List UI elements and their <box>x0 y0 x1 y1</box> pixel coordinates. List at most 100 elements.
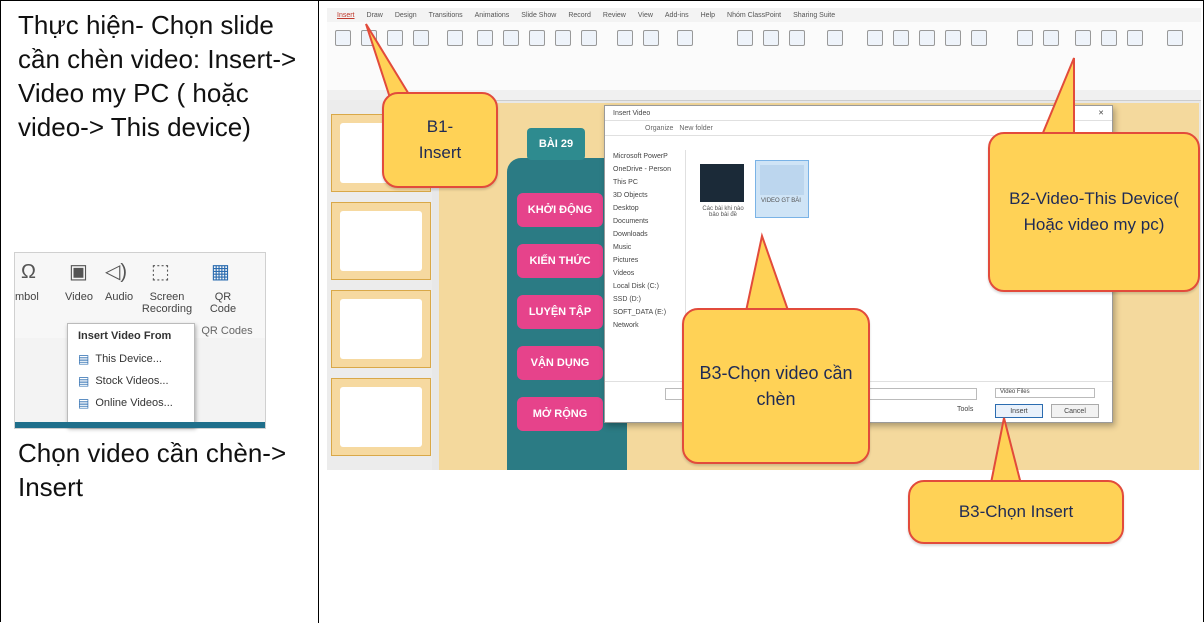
ribbon-icon[interactable] <box>1127 30 1143 46</box>
file-type-select[interactable]: Video Files <box>995 388 1095 398</box>
ribbon-icon[interactable] <box>581 30 597 46</box>
mini-slide-bar <box>15 422 265 428</box>
tab-animations[interactable]: Animations <box>475 12 510 19</box>
symbol-icon: Ω <box>21 261 36 283</box>
callout-b3b: B3-Chọn Insert <box>908 480 1124 544</box>
close-icon[interactable]: ✕ <box>1098 109 1104 117</box>
sidebar-item[interactable]: OneDrive - Person <box>605 163 685 176</box>
new-folder-button[interactable]: New folder <box>679 125 712 132</box>
video-label[interactable]: Video <box>65 291 93 303</box>
ribbon-icon[interactable] <box>737 30 753 46</box>
sidebar-item[interactable]: Pictures <box>605 254 685 267</box>
sidebar-item[interactable]: Documents <box>605 215 685 228</box>
ribbon-icon[interactable] <box>1167 30 1183 46</box>
audio-label[interactable]: Audio <box>105 291 133 303</box>
tab-review[interactable]: Review <box>603 12 626 19</box>
video-file-name: Các bài khi nào bảo bài đề <box>702 206 744 218</box>
organize-button[interactable]: Organize <box>645 125 673 132</box>
sidebar-item[interactable]: Videos <box>605 267 685 280</box>
slide-thumbnail[interactable] <box>331 378 431 456</box>
tab-classpoint[interactable]: Nhóm ClassPoint <box>727 12 781 19</box>
ribbon-icon[interactable] <box>893 30 909 46</box>
tools-button[interactable]: Tools <box>957 406 973 413</box>
slide-pill: KHỞI ĐỘNG <box>517 193 603 227</box>
slide-lesson-label: BÀI 29 <box>527 128 585 160</box>
insert-button[interactable]: Insert <box>995 404 1043 418</box>
qr-code-label[interactable]: QR Code <box>201 291 245 315</box>
sidebar-item[interactable]: Microsoft PowerP <box>605 150 685 163</box>
ribbon-icon[interactable] <box>477 30 493 46</box>
ribbon-icon[interactable] <box>447 30 463 46</box>
ribbon-icon[interactable] <box>1075 30 1091 46</box>
slide-thumbnail[interactable] <box>331 290 431 368</box>
qr-codes-group: QR Codes <box>201 325 253 337</box>
column-divider <box>318 0 319 623</box>
slide-pill: MỞ RỘNG <box>517 397 603 431</box>
slide-pill: LUYỆN TẬP <box>517 295 603 329</box>
video-file-thumbnail[interactable] <box>700 164 744 202</box>
menu-item-stock-videos[interactable]: ▤ Stock Videos... <box>68 370 194 392</box>
tab-view[interactable]: View <box>638 12 653 19</box>
tab-slide-show[interactable]: Slide Show <box>521 12 556 19</box>
menu-item-online-videos[interactable]: ▤ Online Videos... <box>68 392 194 414</box>
ribbon-icon[interactable] <box>971 30 987 46</box>
sidebar-item[interactable]: SOFT_DATA (E:) <box>605 306 685 319</box>
ribbon-icon[interactable] <box>945 30 961 46</box>
ribbon-icon[interactable] <box>867 30 883 46</box>
video-icon[interactable]: ▣ <box>69 259 88 284</box>
video-file-name: VIDEO GT BÀI <box>761 198 801 204</box>
callout-b2: B2-Video-This Device( Hoặc video my pc) <box>988 132 1200 292</box>
stock-icon: ▤ <box>78 374 90 388</box>
ribbon-icon[interactable] <box>827 30 843 46</box>
slide-thumbnail[interactable] <box>331 202 431 280</box>
ribbon-icon[interactable] <box>1043 30 1059 46</box>
sidebar-item[interactable]: Music <box>605 241 685 254</box>
ribbon-icon[interactable] <box>361 30 377 46</box>
ribbon-icon[interactable] <box>335 30 351 46</box>
slide-pill: VẬN DỤNG <box>517 346 603 380</box>
screen-recording-icon[interactable]: ⬚ <box>151 259 170 284</box>
sidebar-item[interactable]: Downloads <box>605 228 685 241</box>
sidebar-item[interactable]: 3D Objects <box>605 189 685 202</box>
sidebar-item[interactable]: Local Disk (C:) <box>605 280 685 293</box>
tab-sharing-suite[interactable]: Sharing Suite <box>793 12 835 19</box>
tab-help[interactable]: Help <box>701 12 715 19</box>
tab-insert[interactable]: Insert <box>337 12 355 19</box>
sidebar-item[interactable]: Desktop <box>605 202 685 215</box>
ribbon-icon[interactable] <box>529 30 545 46</box>
ribbon-icon[interactable] <box>643 30 659 46</box>
insert-video-menu: Insert Video From ▤ This Device... ▤ Stock… <box>67 323 195 427</box>
ribbon-icon[interactable] <box>1017 30 1033 46</box>
ribbon-icon[interactable] <box>555 30 571 46</box>
cancel-button[interactable]: Cancel <box>1051 404 1099 418</box>
video-file-selected[interactable] <box>755 160 809 218</box>
ribbon-icon[interactable] <box>763 30 779 46</box>
menu-item-this-device[interactable]: ▤ This Device... <box>68 348 194 370</box>
instruction-bottom: Chọn video cần chèn-> Insert <box>18 438 287 502</box>
tab-transitions[interactable]: Transitions <box>429 12 463 19</box>
ribbon-icon[interactable] <box>413 30 429 46</box>
online-icon: ▤ <box>78 396 90 410</box>
ribbon-icon[interactable] <box>503 30 519 46</box>
ribbon-icon[interactable] <box>617 30 633 46</box>
ribbon-icon[interactable] <box>1101 30 1117 46</box>
ribbon-icon[interactable] <box>789 30 805 46</box>
tab-add-ins[interactable]: Add-ins <box>665 12 689 19</box>
ribbon <box>327 22 1201 91</box>
sidebar-item[interactable]: Network <box>605 319 685 332</box>
tab-record[interactable]: Record <box>568 12 591 19</box>
screen-recording-label[interactable]: Screen Recording <box>139 291 195 315</box>
tab-design[interactable]: Design <box>395 12 417 19</box>
dialog-title: Insert Video <box>613 109 651 117</box>
tab-draw[interactable]: Draw <box>367 12 383 19</box>
ribbon-icon[interactable] <box>919 30 935 46</box>
sidebar-item[interactable]: This PC <box>605 176 685 189</box>
mini-ribbon-crop: Ω mbol ▣ Video ◁) Audio ⬚ Screen Recordi… <box>14 252 266 429</box>
sidebar-item[interactable]: SSD (D:) <box>605 293 685 306</box>
instruction-top: Thực hiện- Chọn slide cần chèn video: In… <box>18 10 297 142</box>
ribbon-icon[interactable] <box>387 30 403 46</box>
audio-icon[interactable]: ◁) <box>105 259 127 284</box>
dialog-sidebar: Microsoft PowerP OneDrive - Person This … <box>605 150 686 386</box>
qr-code-icon[interactable]: ▦ <box>211 259 230 284</box>
ribbon-icon[interactable] <box>677 30 693 46</box>
